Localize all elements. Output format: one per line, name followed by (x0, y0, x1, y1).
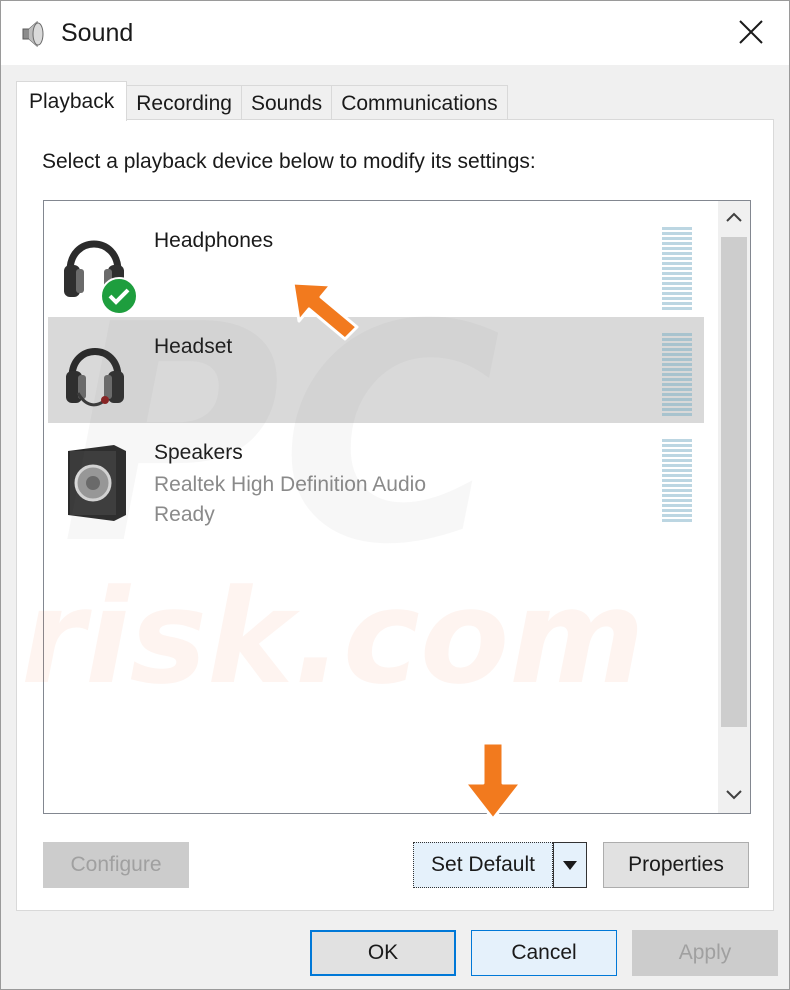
volume-meter (662, 333, 692, 417)
set-default-dropdown-button[interactable] (553, 842, 587, 888)
apply-button[interactable]: Apply (632, 930, 778, 976)
device-list[interactable]: Headphones Headset Speakers Realtek High… (43, 200, 751, 814)
configure-button[interactable]: Configure (43, 842, 189, 888)
device-list-scrollbar[interactable] (718, 201, 750, 813)
default-check-icon (100, 277, 138, 320)
scroll-up-button[interactable] (718, 201, 750, 235)
sound-dialog: Sound Playback Recording Sounds Communic… (0, 0, 790, 990)
tab-recording[interactable]: Recording (126, 85, 242, 121)
cancel-button[interactable]: Cancel (471, 930, 617, 976)
device-status: Ready (154, 503, 215, 526)
headset-icon (56, 331, 138, 415)
speaker-icon (19, 19, 47, 49)
tab-playback[interactable]: Playback (16, 81, 128, 121)
device-item-headphones[interactable]: Headphones (48, 211, 704, 317)
title-bar[interactable]: Sound (1, 1, 789, 65)
close-button[interactable] (725, 11, 777, 57)
scroll-down-button[interactable] (718, 779, 750, 813)
volume-meter (662, 439, 692, 523)
scrollbar-thumb[interactable] (721, 237, 747, 727)
ok-button[interactable]: OK (310, 930, 456, 976)
device-name: Headphones (154, 229, 274, 252)
device-item-speakers[interactable]: Speakers Realtek High Definition Audio R… (48, 423, 704, 529)
device-name: Headset (154, 335, 233, 358)
speaker-box-icon (56, 437, 138, 521)
tab-communications[interactable]: Communications (331, 85, 508, 121)
volume-meter (662, 227, 692, 311)
window-title: Sound (61, 19, 134, 47)
set-default-button[interactable]: Set Default (413, 842, 553, 888)
tab-strip: Playback Recording Sounds Communications (16, 81, 508, 121)
chevron-up-icon (726, 209, 742, 227)
tab-sounds[interactable]: Sounds (240, 85, 333, 121)
device-name: Speakers (154, 441, 243, 464)
playback-panel: Select a playback device below to modify… (16, 119, 774, 911)
device-item-headset[interactable]: Headset (48, 317, 704, 423)
instruction-text: Select a playback device below to modify… (42, 150, 536, 173)
close-icon (738, 19, 764, 50)
device-description: Realtek High Definition Audio (154, 473, 426, 496)
dropdown-arrow-icon (563, 853, 577, 877)
properties-button[interactable]: Properties (603, 842, 749, 888)
chevron-down-icon (726, 787, 742, 805)
